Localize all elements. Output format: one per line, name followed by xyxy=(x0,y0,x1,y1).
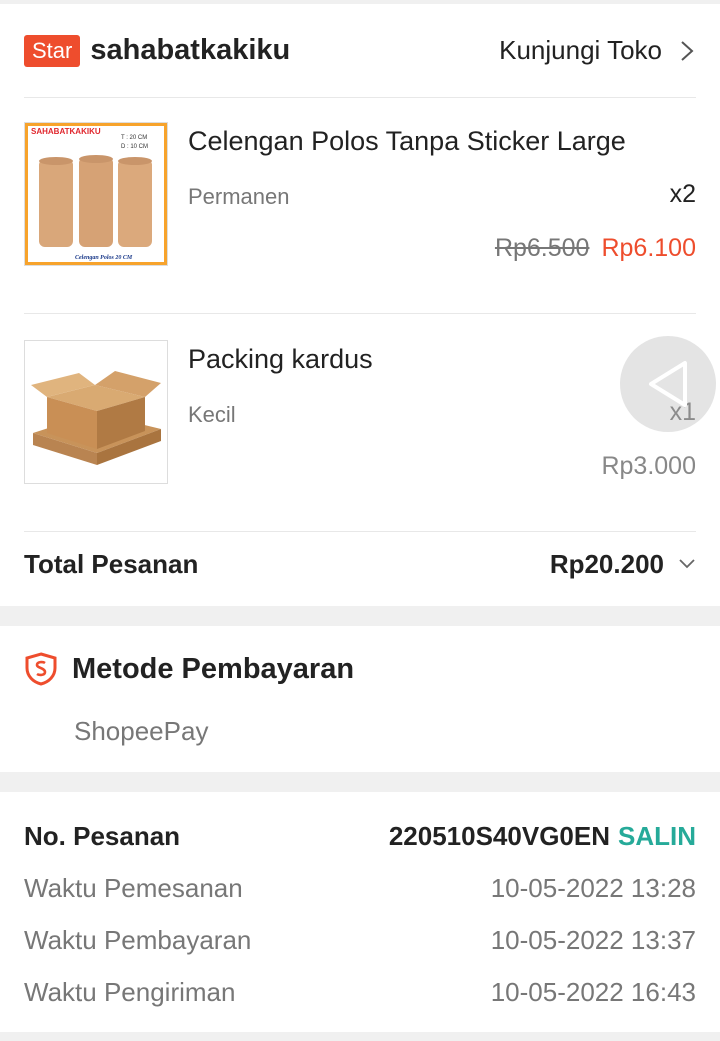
visit-shop-label: Kunjungi Toko xyxy=(499,35,662,65)
product-name: Packing kardus xyxy=(188,344,373,374)
back-nav-button[interactable] xyxy=(620,336,716,432)
order-number-value: 220510S40VG0EN xyxy=(388,820,610,851)
product-quantity: x2 xyxy=(669,180,696,208)
payment-method-card: Metode Pembayaran ShopeePay xyxy=(0,626,720,772)
chevron-right-icon xyxy=(681,40,694,61)
product-variant: Permanen xyxy=(188,184,290,209)
order-time-row: Waktu Pemesanan 10-05-2022 13:28 xyxy=(24,868,696,908)
payment-time-value: 10-05-2022 13:37 xyxy=(490,924,696,955)
shop-name[interactable]: sahabatkakiku xyxy=(90,34,290,67)
cardboard-box-image xyxy=(31,371,161,465)
order-time-value: 10-05-2022 13:28 xyxy=(490,872,696,903)
product-prices: Rp3.000 xyxy=(601,452,696,481)
thumb-caption: Celengan Polos 20 CM xyxy=(75,255,133,261)
payment-time-label: Waktu Pembayaran xyxy=(24,924,252,955)
total-label: Total Pesanan xyxy=(24,548,199,579)
product-name: Celengan Polos Tanpa Sticker Large xyxy=(188,126,626,156)
order-number-label: No. Pesanan xyxy=(24,820,181,851)
shipping-time-value: 10-05-2022 16:43 xyxy=(490,976,696,1007)
payment-title-row: Metode Pembayaran xyxy=(24,652,354,686)
payment-time-row: Waktu Pembayaran 10-05-2022 13:37 xyxy=(24,920,696,960)
thumb-dim-d: D : 10 CM xyxy=(121,144,148,150)
payment-title: Metode Pembayaran xyxy=(72,652,355,685)
shop-order-card: Star sahabatkakiku Kunjungi Toko SAHABAT… xyxy=(0,4,720,606)
celengan-image: SAHABATKAKIKU T : 20 CM D : 10 CM Celeng… xyxy=(28,126,164,262)
shield-icon xyxy=(25,652,57,686)
order-time-label: Waktu Pemesanan xyxy=(24,872,243,903)
discounted-price: Rp6.100 xyxy=(601,234,696,262)
back-arrow-icon xyxy=(649,361,687,407)
star-seller-badge: Star xyxy=(24,34,81,67)
product-item[interactable]: Packing kardus Kecil x1 Rp3.000 xyxy=(24,316,696,532)
product-price: Rp3.000 xyxy=(601,452,696,480)
payment-method-value: ShopeePay xyxy=(74,716,209,746)
product-thumbnail xyxy=(24,340,168,484)
thumb-brand: SAHABATKAKIKU xyxy=(31,127,101,136)
product-thumbnail: SAHABATKAKIKU T : 20 CM D : 10 CM Celeng… xyxy=(24,122,168,266)
order-info-card: No. Pesanan 220510S40VG0EN SALIN Waktu P… xyxy=(0,792,720,1032)
original-price: Rp6.500 xyxy=(494,234,590,262)
total-value: Rp20.200 xyxy=(549,548,664,579)
order-total-row[interactable]: Total Pesanan Rp20.200 xyxy=(24,526,696,602)
shipping-time-label: Waktu Pengiriman xyxy=(24,976,236,1007)
chevron-down-icon[interactable] xyxy=(678,558,696,570)
order-number-row: No. Pesanan 220510S40VG0EN SALIN xyxy=(24,816,696,856)
thumb-dim-t: T : 20 CM xyxy=(121,135,147,141)
shipping-time-row: Waktu Pengiriman 10-05-2022 16:43 xyxy=(24,972,696,1012)
product-prices: Rp6.500 Rp6.100 xyxy=(495,234,696,263)
visit-shop-button[interactable]: Kunjungi Toko xyxy=(499,35,696,66)
product-variant: Kecil xyxy=(188,402,236,427)
product-item[interactable]: SAHABATKAKIKU T : 20 CM D : 10 CM Celeng… xyxy=(24,98,696,314)
copy-order-number-button[interactable]: SALIN xyxy=(618,821,696,852)
shop-header: Star sahabatkakiku Kunjungi Toko xyxy=(24,4,696,98)
